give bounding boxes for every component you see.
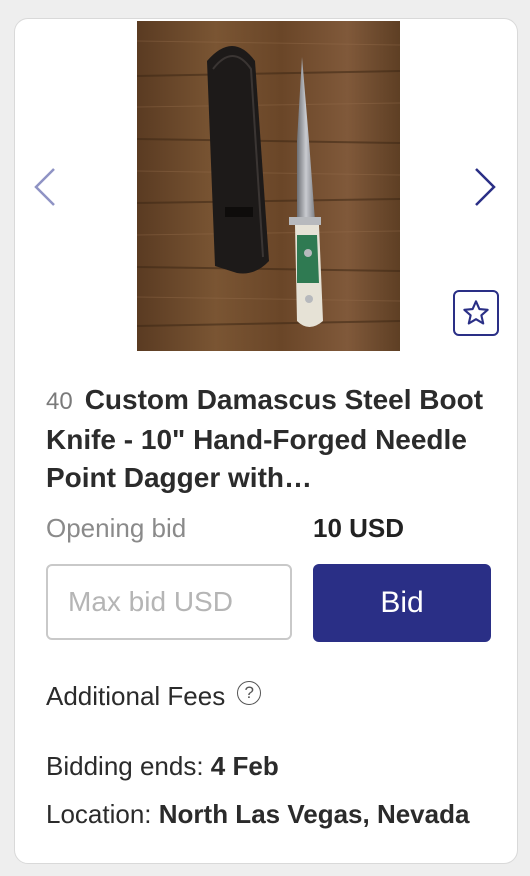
additional-fees-label: Additional Fees	[46, 681, 226, 711]
lot-title-block[interactable]: 40 Custom Damascus Steel Boot Knife - 10"…	[46, 381, 496, 497]
lot-number: 40	[46, 388, 73, 415]
chevron-left-icon	[34, 168, 55, 206]
lot-card: 40 Custom Damascus Steel Boot Knife - 10"…	[14, 18, 518, 864]
opening-bid-label: Opening bid	[46, 513, 187, 543]
knife-photo-image	[137, 21, 400, 351]
bidding-ends: Bidding ends: 4 Feb	[46, 751, 279, 782]
next-image-button[interactable]	[465, 159, 505, 215]
location-value: North Las Vegas, Nevada	[158, 799, 470, 829]
favorite-button[interactable]	[453, 290, 499, 336]
max-bid-input[interactable]	[46, 564, 292, 640]
bid-button[interactable]: Bid	[313, 564, 491, 642]
star-outline-icon	[463, 300, 489, 325]
additional-fees[interactable]: Additional Fees ?	[46, 680, 262, 712]
location-label: Location:	[46, 799, 152, 829]
opening-bid-value: 10 USD	[313, 513, 405, 543]
lot-title[interactable]: Custom Damascus Steel Boot Knife - 10" H…	[46, 384, 483, 493]
location: Location: North Las Vegas, Nevada	[46, 799, 469, 830]
bidding-ends-value: 4 Feb	[210, 751, 279, 781]
previous-image-button[interactable]	[25, 159, 65, 215]
lot-photo[interactable]	[137, 21, 400, 351]
bidding-ends-label: Bidding ends:	[46, 751, 204, 781]
chevron-right-icon	[475, 168, 496, 206]
help-icon[interactable]: ?	[237, 680, 262, 705]
